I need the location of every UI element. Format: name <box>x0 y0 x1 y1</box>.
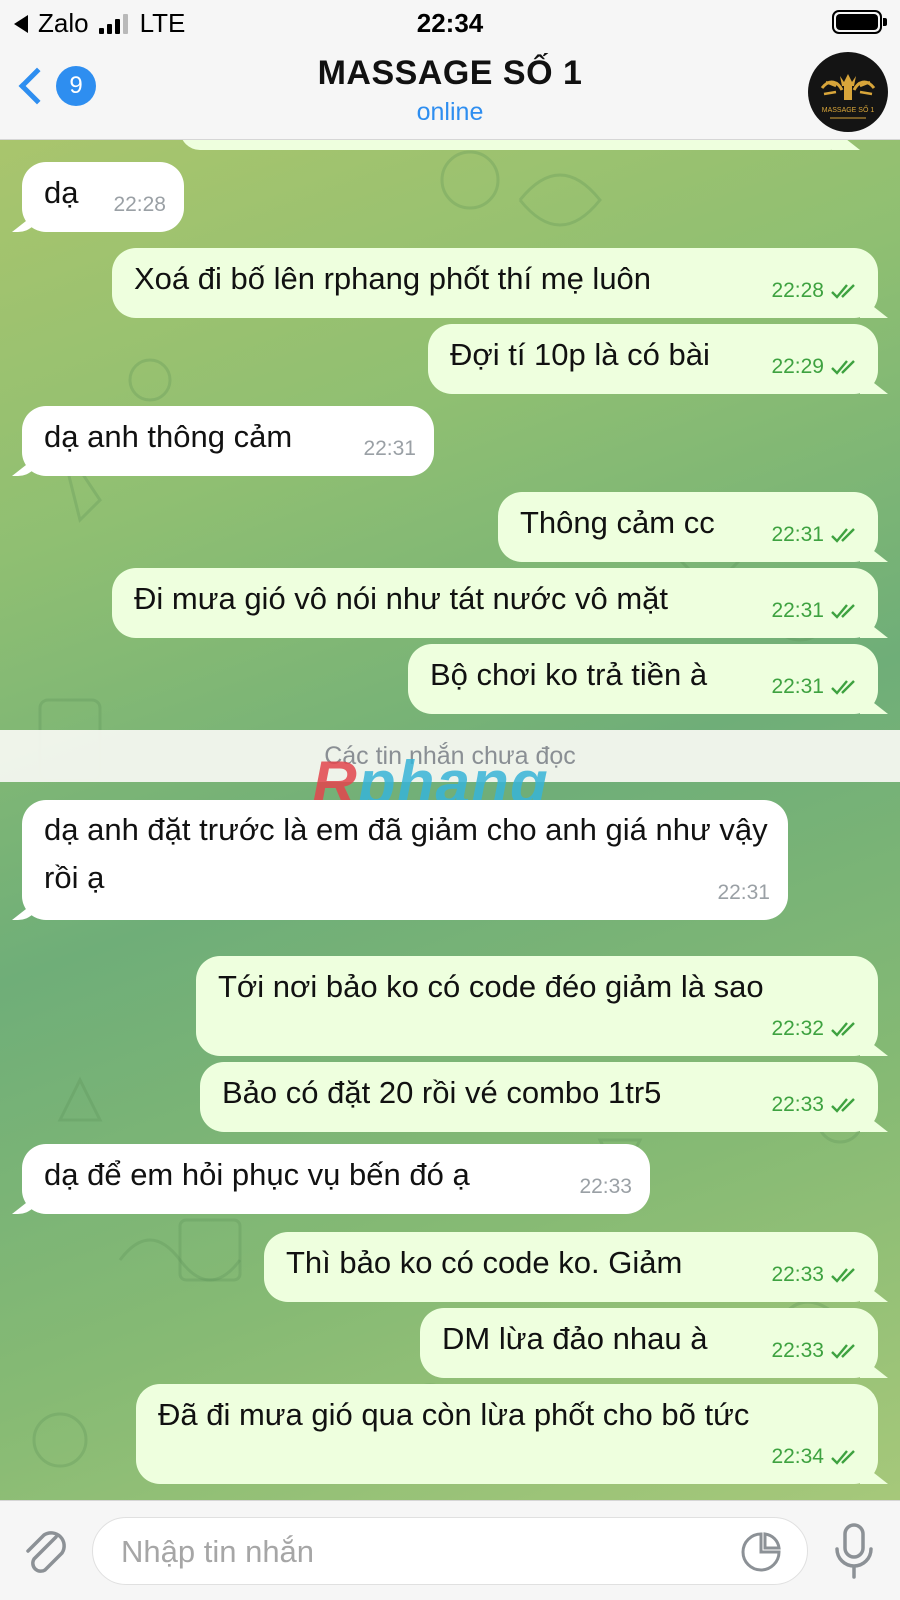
sticker-icon[interactable] <box>739 1530 783 1574</box>
chat-title[interactable]: MASSAGE SỐ 1 <box>0 54 900 93</box>
message-meta: 22:31 <box>771 666 860 708</box>
chat-status: online <box>416 98 484 126</box>
message-text: dạ để em hỏi phục vụ bến đó ạ <box>44 1157 470 1192</box>
message-bubble-outgoing[interactable]: Đã đi mưa gió qua còn lừa phốt cho bõ tứ… <box>136 1384 878 1484</box>
message-time: 22:31 <box>771 523 824 546</box>
message-bubble-outgoing[interactable]: Bảo có đặt 20 rồi vé combo 1tr5 22:33 <box>200 1062 878 1132</box>
message-time: 22:33 <box>579 1175 632 1198</box>
message-input[interactable]: Nhập tin nhắn <box>92 1517 808 1585</box>
message-bubble-outgoing[interactable]: Đi mưa gió vô nói như tát nước vô mặt 22… <box>112 568 878 638</box>
message-text: Đã đi mưa gió qua còn lừa phốt cho bõ tứ… <box>158 1397 750 1432</box>
double-check-icon <box>831 680 855 695</box>
message-time: 22:31 <box>771 599 824 622</box>
message-meta: 22:33 <box>579 1166 632 1208</box>
double-check-icon <box>831 528 855 543</box>
double-check-icon <box>831 1022 855 1037</box>
message-bubble-outgoing[interactable]: Bộ chơi ko trả tiền à 22:31 <box>408 644 878 714</box>
message-bubble-outgoing[interactable]: Thì bảo ko có code ko. Giảm 22:33 <box>264 1232 878 1302</box>
message-bubble-outgoing[interactable]: Thông cảm cc 22:31 <box>498 492 878 562</box>
double-check-icon <box>831 1268 855 1283</box>
message-meta: 22:28 <box>113 184 166 226</box>
message-meta: 22:31 <box>717 872 770 914</box>
double-check-icon <box>831 284 855 299</box>
message-bubble-incoming[interactable]: dạ 22:28 <box>22 162 184 232</box>
message-meta: 22:31 <box>771 590 860 632</box>
battery-icon <box>832 10 887 34</box>
message-bubble-incoming[interactable]: dạ để em hỏi phục vụ bến đó ạ 22:33 <box>22 1144 650 1214</box>
double-check-icon <box>831 1450 855 1465</box>
message-text: dạ anh thông cảm <box>44 419 293 454</box>
message-meta: 22:28 <box>771 270 860 312</box>
double-check-icon <box>831 1098 855 1113</box>
double-check-icon <box>831 604 855 619</box>
massage-logo-icon: MASSAGE SỐ 1 <box>820 74 876 119</box>
message-text: Thì bảo ko có code ko. Giảm <box>286 1245 683 1280</box>
message-meta: 22:33 <box>771 1084 860 1126</box>
message-meta: 22:34 <box>771 1436 860 1478</box>
message-text: dạ <box>44 175 79 210</box>
message-time: 22:31 <box>771 675 824 698</box>
message-time: 22:32 <box>771 1017 824 1040</box>
message-input-bar: Nhập tin nhắn <box>0 1500 900 1600</box>
message-time: 22:31 <box>717 881 770 904</box>
message-text: Thông cảm cc <box>520 505 715 540</box>
double-check-icon <box>831 360 855 375</box>
message-time: 22:29 <box>771 355 824 378</box>
message-time: 22:33 <box>771 1093 824 1116</box>
message-text: Xoá đi bố lên rphang phốt thí mẹ luôn <box>134 261 652 296</box>
message-time: 22:33 <box>771 1263 824 1286</box>
status-time: 22:34 <box>416 8 484 38</box>
chat-header: 9 MASSAGE SỐ 1 online MASSAGE SỐ 1 <box>0 44 900 140</box>
message-text: Tới nơi bảo ko có code đéo giảm là sao <box>218 969 764 1004</box>
message-bubble-incoming[interactable]: dạ anh thông cảm 22:31 <box>22 406 434 476</box>
message-bubble-outgoing[interactable]: Xoá đi bố lên rphang phốt thí mẹ luôn 22… <box>112 248 878 318</box>
message-bubble-partial[interactable] <box>180 140 850 150</box>
message-meta: 22:31 <box>363 428 416 470</box>
paperclip-icon[interactable] <box>18 1523 74 1579</box>
message-meta: 22:31 <box>771 514 860 556</box>
message-meta: 22:32 <box>771 1008 860 1050</box>
message-bubble-incoming[interactable]: dạ anh đặt trước là em đã giảm cho anh g… <box>22 800 788 920</box>
message-text: Bảo có đặt 20 rồi vé combo 1tr5 <box>222 1075 662 1110</box>
message-meta: 22:33 <box>771 1254 860 1296</box>
message-text: Bộ chơi ko trả tiền à <box>430 657 708 692</box>
message-meta: 22:33 <box>771 1330 860 1372</box>
double-check-icon <box>831 1344 855 1359</box>
chat-area[interactable]: dạ 22:28 Xoá đi bố lên rphang phốt thí m… <box>0 140 900 1500</box>
microphone-icon[interactable] <box>830 1521 878 1581</box>
message-text: Đợi tí 10p là có bài <box>450 337 710 372</box>
avatar[interactable]: MASSAGE SỐ 1 <box>808 52 888 132</box>
message-time: 22:34 <box>771 1445 824 1468</box>
message-bubble-outgoing[interactable]: DM lừa đảo nhau à 22:33 <box>420 1308 878 1378</box>
message-text: DM lừa đảo nhau à <box>442 1321 708 1356</box>
message-time: 22:31 <box>363 437 416 460</box>
status-bar: Zalo LTE 22:34 <box>0 0 900 44</box>
message-meta: 22:29 <box>771 346 860 388</box>
message-input-placeholder: Nhập tin nhắn <box>121 1534 315 1569</box>
message-time: 22:33 <box>771 1339 824 1362</box>
message-time: 22:28 <box>113 193 166 216</box>
message-text: dạ anh đặt trước là em đã giảm cho anh g… <box>44 812 768 895</box>
message-bubble-outgoing[interactable]: Đợi tí 10p là có bài 22:29 <box>428 324 878 394</box>
avatar-logo-text: MASSAGE SỐ 1 <box>822 104 875 114</box>
message-text: Đi mưa gió vô nói như tát nước vô mặt <box>134 581 669 616</box>
message-bubble-outgoing[interactable]: Tới nơi bảo ko có code đéo giảm là sao 2… <box>196 956 878 1056</box>
message-time: 22:28 <box>771 279 824 302</box>
